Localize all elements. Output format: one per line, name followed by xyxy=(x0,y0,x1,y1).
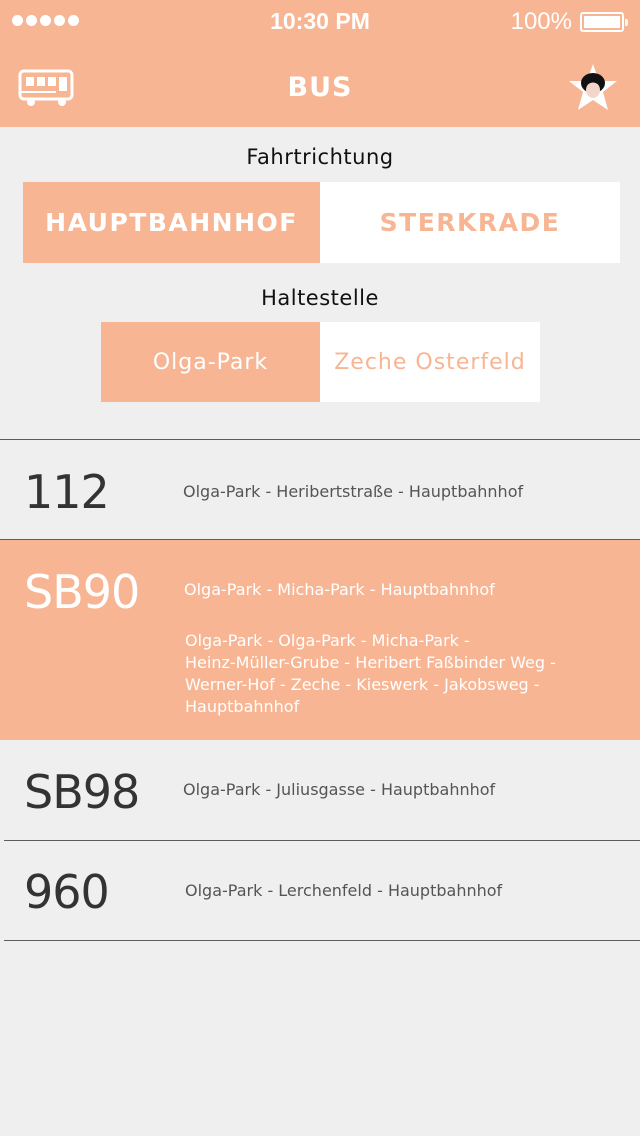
route-number: SB98 xyxy=(24,765,140,819)
route-row[interactable]: SB98 Olga-Park - Juliusgasse - Hauptbahn… xyxy=(0,740,640,840)
route-summary: Olga-Park - Juliusgasse - Hauptbahnhof xyxy=(183,780,496,799)
battery-percentage: 100% xyxy=(510,8,572,35)
header: 10:30 PM 100% BUS xyxy=(0,0,640,127)
route-row[interactable]: 960 Olga-Park - Lerchenfeld - Hauptbahnh… xyxy=(0,841,640,940)
route-number: 112 xyxy=(24,465,110,519)
route-stop-line: Hauptbahnhof xyxy=(185,697,300,716)
route-number: SB90 xyxy=(24,565,140,619)
divider xyxy=(4,940,640,941)
route-summary: Olga-Park - Micha-Park - Hauptbahnhof xyxy=(184,580,495,599)
route-summary: Olga-Park - Heribertstraße - Hauptbahnho… xyxy=(183,482,524,501)
battery-icon xyxy=(580,12,628,32)
route-stop-line: Heinz-Müller-Grube - Heribert Faßbinder … xyxy=(185,653,556,672)
stop-option-olga-park[interactable]: Olga-Park xyxy=(101,322,320,402)
route-stop-line: Olga-Park - Olga-Park - Micha-Park - xyxy=(185,631,470,650)
route-stop-details: Olga-Park - Olga-Park - Micha-Park - Hei… xyxy=(185,630,615,718)
route-number: 960 xyxy=(24,865,110,919)
route-summary: Olga-Park - Lerchenfeld - Hauptbahnhof xyxy=(185,881,503,900)
page-title: BUS xyxy=(287,72,353,103)
direction-option-sterkrade[interactable]: STERKRADE xyxy=(320,182,620,263)
direction-label: Fahrtrichtung xyxy=(246,145,394,169)
profile-star-icon[interactable] xyxy=(566,62,620,116)
status-bar: 10:30 PM 100% xyxy=(0,0,640,44)
route-row[interactable]: 112 Olga-Park - Heribertstraße - Hauptba… xyxy=(0,440,640,539)
stop-label: Haltestelle xyxy=(261,286,379,310)
route-stop-line: Werner-Hof - Zeche - Kieswerk - Jakobswe… xyxy=(185,675,540,694)
direction-option-hauptbahnhof[interactable]: HAUPTBAHNHOF xyxy=(23,182,320,263)
stop-option-zeche-osterfeld[interactable]: Zeche Osterfeld xyxy=(320,322,540,402)
route-row-expanded[interactable]: SB90 Olga-Park - Micha-Park - Hauptbahnh… xyxy=(0,540,640,740)
